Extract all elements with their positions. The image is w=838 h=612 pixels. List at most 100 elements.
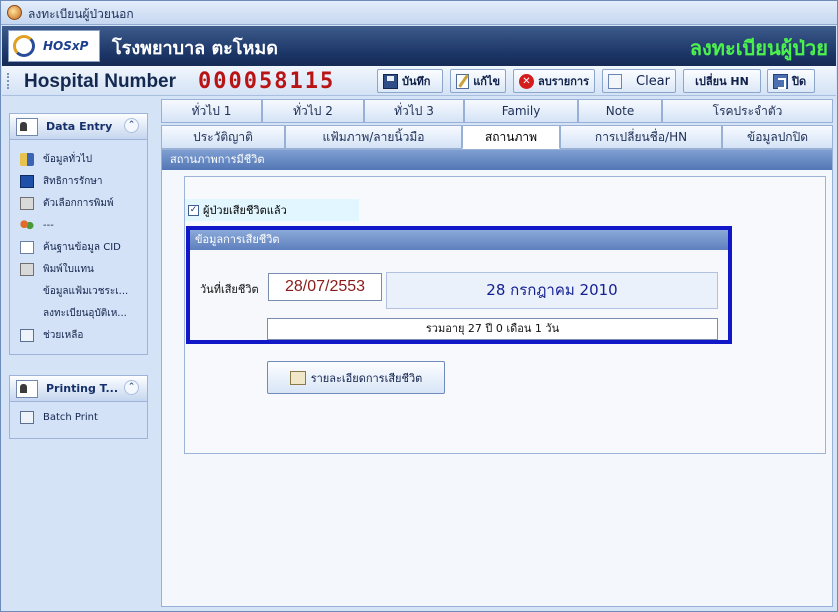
clear-button[interactable]: Clear [602,69,676,93]
printer-icon [20,196,34,210]
clear-button-label: Clear [636,73,670,89]
close-button-label: ปิด [792,75,807,88]
save-button-label: บันทึก [402,75,431,88]
sidebar-item-label: ข้อมูลแฟ้มเวชระเ... [43,285,129,297]
toolbar-grip[interactable] [7,73,10,89]
sidebar-item-accident-register[interactable]: ลงทะเบียนอุบัติเห... [10,302,147,324]
data-entry-panel: Data Entry ⌃ ข้อมูลทั่วไป สิทธิการรักษา … [9,113,148,355]
hn-value: 000058115 [198,69,336,94]
tab-general-3[interactable]: ทั่วไป 3 [364,99,464,123]
tab-relatives[interactable]: ประวัติญาติ [161,125,285,149]
sidebar-item-help[interactable]: ช่วยเหลือ [10,324,147,346]
search-doc-icon [20,240,34,254]
save-button[interactable]: บันทึก [377,69,443,93]
card-icon [20,328,34,342]
data-entry-header[interactable]: Data Entry ⌃ [10,114,147,140]
tab-row-2: ประวัติญาติ แฟ้มภาพ/ลายนิ้วมือ สถานภาพ ก… [161,125,833,149]
close-button[interactable]: ปิด [767,69,815,93]
deceased-label: ผู้ป่วยเสียชีวิตแล้ว [203,204,287,217]
death-date-long: 28 กรกฎาคม 2010 [386,272,718,309]
edit-icon [456,73,470,89]
change-hn-button-label: เปลี่ยน HN [695,75,749,88]
printing-panel: Printing T... ⌃ Batch Print [9,375,148,439]
age-at-death: รวมอายุ 27 ปี 0 เดือน 1 วัน [267,318,718,340]
sidebar-item-medical-records[interactable]: ข้อมูลแฟ้มเวชระเ... [10,280,147,302]
status-tab-content: สถานภาพการมีชีวิต ✓ ผู้ป่วยเสียชีวิตแล้ว… [161,149,833,607]
life-status-header: สถานภาพการมีชีวิต [162,150,832,170]
data-entry-list: ข้อมูลทั่วไป สิทธิการรักษา ตัวเลือกการพิ… [10,140,147,346]
data-entry-icon [16,117,38,136]
tab-hidden-info[interactable]: ข้อมูลปกปิด [722,125,833,149]
sidebar-item-general-info[interactable]: ข้อมูลทั่วไป [10,148,147,170]
tab-general-2[interactable]: ทั่วไป 2 [262,99,364,123]
deceased-checkbox[interactable]: ✓ [188,204,199,216]
sidebar-item-print-options[interactable]: ตัวเลือกการพิมพ์ [10,192,147,214]
logo-swirl-icon [13,35,35,57]
sidebar-item-batch-print[interactable]: Batch Print [10,406,147,428]
sidebar-item-label: --- [43,219,54,231]
edit-button-label: แก้ไข [473,75,500,88]
change-hn-button[interactable]: เปลี่ยน HN [683,69,761,93]
logo-text: HOSxP [43,39,89,53]
sidebar-item-label: ช่วยเหลือ [43,329,84,341]
sidebar-item-treatment-rights[interactable]: สิทธิการรักษา [10,170,147,192]
header-banner: HOSxP โรงพยาบาล ตะโหมด ลงทะเบียนผู้ป่วย [2,26,836,66]
data-entry-title: Data Entry [46,120,113,133]
people-icon [20,218,34,232]
sidebar-item-label: ข้อมูลทั่วไป [43,153,93,165]
death-date-field[interactable]: 28/07/2553 [268,273,382,301]
tab-name-hn-changes[interactable]: การเปลี่ยนชื่อ/HN [560,125,722,149]
sidebar-item-label: Batch Print [43,411,98,423]
sidebar-item-print-replacement[interactable]: พิมพ์ใบแทน [10,258,147,280]
tab-general-1[interactable]: ทั่วไป 1 [161,99,262,123]
exit-icon [773,73,788,89]
death-info-box: ข้อมูลการเสียชีวิต วันที่เสียชีวิต 28/07… [186,226,732,344]
life-status-group: ✓ ผู้ป่วยเสียชีวิตแล้ว ข้อมูลการเสียชีวิ… [184,176,826,454]
sidebar-item-cid-search[interactable]: ค้นฐานข้อมูล CID [10,236,147,258]
sidebar-item-label: สิทธิการรักษา [43,175,103,187]
delete-button[interactable]: ✕ ลบรายการ [513,69,595,93]
death-date-label: วันที่เสียชีวิต [200,283,259,296]
tab-row-1: ทั่วไป 1 ทั่วไป 2 ทั่วไป 3 Family Note โ… [161,99,833,123]
death-details-button-label: รายละเอียดการเสียชีวิต [310,371,423,385]
tab-status[interactable]: สถานภาพ [462,125,560,149]
clear-icon [608,73,622,89]
toolbar: Hospital Number 000058115 บันทึก แก้ไข ✕… [2,66,836,96]
tab-family[interactable]: Family [464,99,578,123]
tab-note[interactable]: Note [578,99,662,123]
app-icon [7,5,22,20]
collapse-icon[interactable]: ⌃ [124,380,139,395]
module-title: ลงทะเบียนผู้ป่วย [689,36,828,60]
book-icon [20,152,34,166]
printing-header[interactable]: Printing T... ⌃ [10,376,147,402]
hosxp-logo: HOSxP [8,30,100,62]
card-icon [20,410,34,424]
sidebar-item-label: ลงทะเบียนอุบัติเห... [43,307,127,319]
printing-list: Batch Print [10,402,147,428]
printer-icon [16,379,38,398]
deceased-checkbox-row[interactable]: ✓ ผู้ป่วยเสียชีวิตแล้ว [185,199,359,221]
details-icon [289,370,306,385]
death-info-header: ข้อมูลการเสียชีวิต [190,230,728,250]
printer-icon [20,262,34,276]
hospital-name: โรงพยาบาล ตะโหมด [112,38,278,59]
edit-button[interactable]: แก้ไข [450,69,506,93]
tab-photos-fingerprints[interactable]: แฟ้มภาพ/ลายนิ้วมือ [285,125,462,149]
tab-chronic-disease[interactable]: โรคประจำตัว [662,99,833,123]
death-details-button[interactable]: รายละเอียดการเสียชีวิต [267,361,445,394]
sidebar-item-label: พิมพ์ใบแทน [43,263,94,275]
main-area: ทั่วไป 1 ทั่วไป 2 ทั่วไป 3 Family Note โ… [161,99,833,607]
sidebar-item-label: ค้นฐานข้อมูล CID [43,241,121,253]
app-window: ลงทะเบียนผู้ป่วยนอก HOSxP โรงพยาบาล ตะโห… [0,0,838,612]
collapse-icon[interactable]: ⌃ [124,118,139,133]
sidebar-item-separator[interactable]: --- [10,214,147,236]
delete-button-label: ลบรายการ [538,75,589,88]
window-title: ลงทะเบียนผู้ป่วยนอก [28,7,134,21]
sidebar-item-label: ตัวเลือกการพิมพ์ [43,197,114,209]
printing-title: Printing T... [46,382,119,395]
hn-label: Hospital Number [24,71,177,92]
save-icon [383,73,398,89]
title-bar: ลงทะเบียนผู้ป่วยนอก [1,1,837,25]
rights-icon [20,174,34,188]
delete-icon: ✕ [519,73,534,89]
